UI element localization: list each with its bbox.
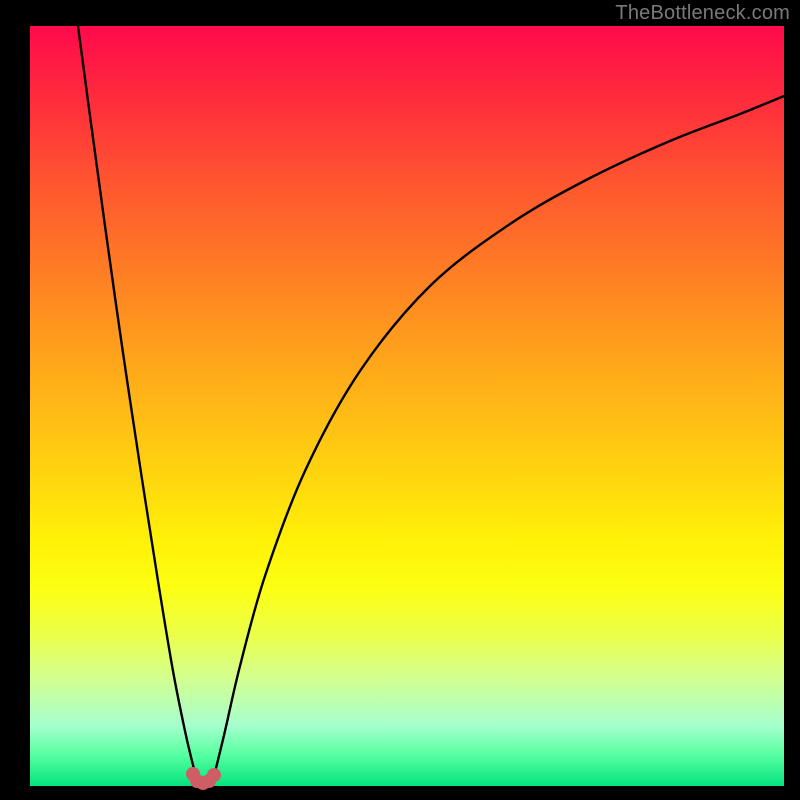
curve-left-branch — [78, 26, 198, 782]
valley-marker-4 — [207, 768, 221, 782]
attribution-label: TheBottleneck.com — [615, 2, 790, 25]
bottleneck-curve — [78, 26, 784, 782]
valley-markers — [186, 767, 221, 790]
chart-root: TheBottleneck.com — [0, 0, 800, 800]
curve-layer — [0, 0, 800, 800]
curve-right-branch — [212, 96, 784, 782]
